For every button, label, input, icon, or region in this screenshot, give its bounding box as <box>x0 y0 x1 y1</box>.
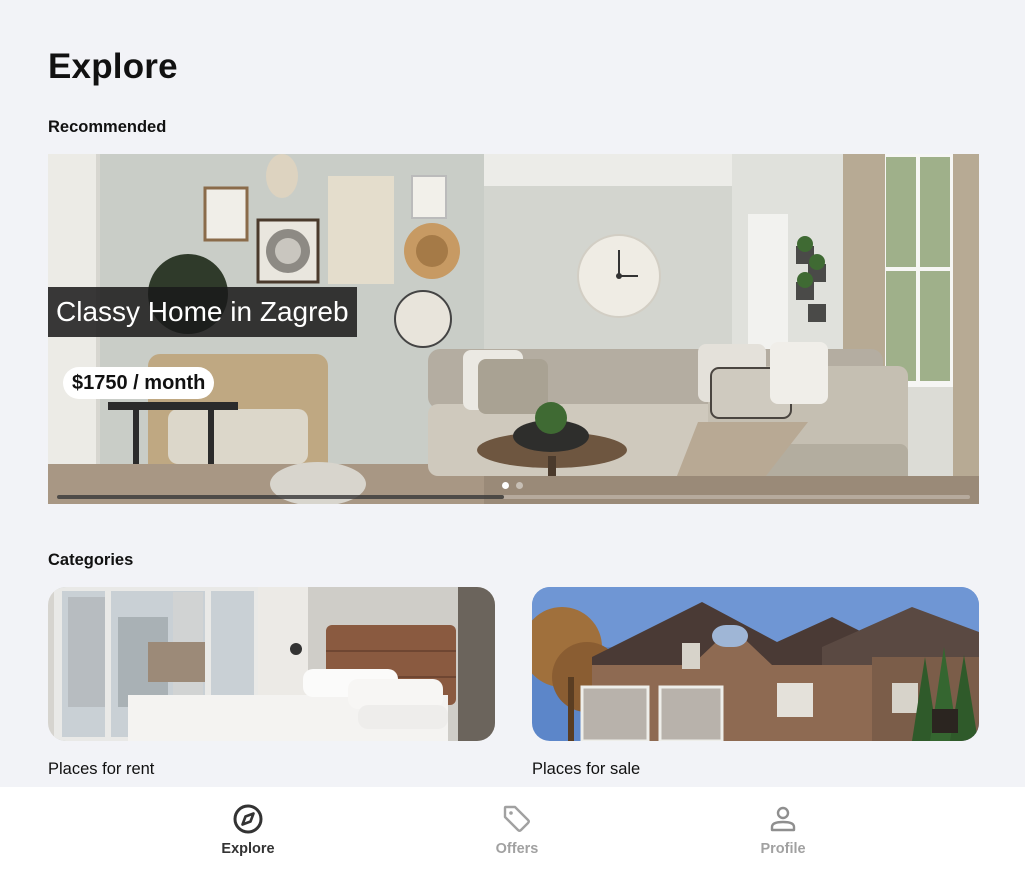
carousel-progress-fill <box>57 495 505 499</box>
tag-icon <box>503 805 530 832</box>
explore-screen: Explore Recommended Classy Home in Zagre… <box>0 0 1025 870</box>
category-image-sale <box>532 587 979 741</box>
nav-explore-label: Explore <box>221 841 275 857</box>
categories-heading: Categories <box>48 551 134 569</box>
nav-profile-label: Profile <box>760 841 806 857</box>
nav-offers-label: Offers <box>495 841 539 857</box>
category-card-rent[interactable]: Places for rent <box>48 587 495 778</box>
listing-title: Classy Home in Zagreb <box>48 287 357 337</box>
nav-explore[interactable]: Explore <box>188 787 308 870</box>
category-image-rent <box>48 587 495 741</box>
carousel-dot[interactable] <box>502 482 509 489</box>
nav-profile[interactable]: Profile <box>723 787 843 870</box>
category-card-sale[interactable]: Places for sale <box>532 587 979 778</box>
bottom-navigation: Explore Offers Profile <box>0 787 1025 870</box>
category-label-sale: Places for sale <box>532 760 641 778</box>
nav-offers[interactable]: Offers <box>457 787 577 870</box>
carousel-dots <box>502 482 523 489</box>
page-title: Explore <box>48 47 178 86</box>
person-icon <box>770 806 796 832</box>
recommended-listing-card[interactable]: Classy Home in Zagreb $1750 / month <box>48 154 979 504</box>
carousel-progress-track <box>57 495 970 499</box>
listing-price: $1750 / month <box>63 367 215 399</box>
carousel-dot[interactable] <box>516 482 523 489</box>
recommended-heading: Recommended <box>48 118 167 136</box>
compass-icon <box>233 804 263 834</box>
category-label-rent: Places for rent <box>48 760 155 778</box>
